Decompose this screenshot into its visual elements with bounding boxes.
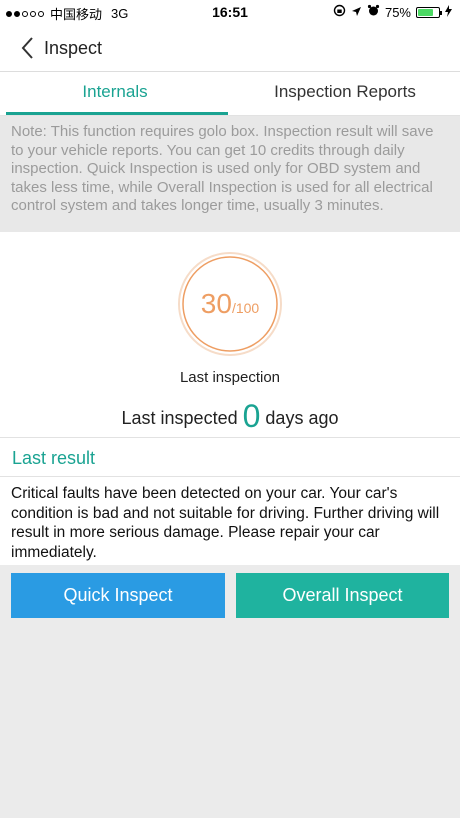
battery-percent: 75% [384, 4, 411, 20]
days-count: 0 [242, 398, 261, 434]
score-display: 30 /100 [176, 250, 284, 358]
status-bar: 中国移动 3G 16:51 75% [0, 0, 460, 24]
tab-internals[interactable]: Internals [0, 72, 230, 115]
status-right: 75% [333, 4, 452, 20]
tab-bar: Internals Inspection Reports [0, 72, 460, 116]
score-caption: Last inspection [179, 369, 281, 386]
last-inspected-line: Last inspected 0 days ago [0, 398, 460, 435]
overall-inspect-button[interactable]: Overall Inspect [236, 573, 449, 618]
page-title: Inspect [44, 37, 103, 58]
quick-inspect-button[interactable]: Quick Inspect [11, 573, 225, 618]
info-note: Note: This function requires golo box. I… [0, 116, 460, 232]
location-arrow-icon [351, 5, 362, 20]
last-inspected-prefix: Last inspected [121, 408, 238, 428]
battery-level [418, 8, 433, 16]
alarm-icon [367, 4, 380, 20]
rotation-lock-icon [333, 4, 346, 20]
score-max: /100 [231, 300, 260, 316]
last-result-heading: Last result [0, 437, 460, 477]
charging-bolt-icon [445, 4, 452, 20]
back-button[interactable]: Inspect [18, 34, 102, 62]
score-value: 30 [200, 288, 232, 319]
tab-inspection-reports[interactable]: Inspection Reports [230, 72, 460, 115]
nav-bar: Inspect [0, 24, 460, 72]
battery-icon [416, 6, 442, 18]
last-result-text: Critical faults have been detected on yo… [0, 477, 460, 565]
chevron-left-icon[interactable] [18, 34, 42, 62]
score-section: 30 /100 Last inspection Last inspected 0… [0, 232, 460, 437]
last-inspected-suffix: days ago [265, 408, 339, 428]
